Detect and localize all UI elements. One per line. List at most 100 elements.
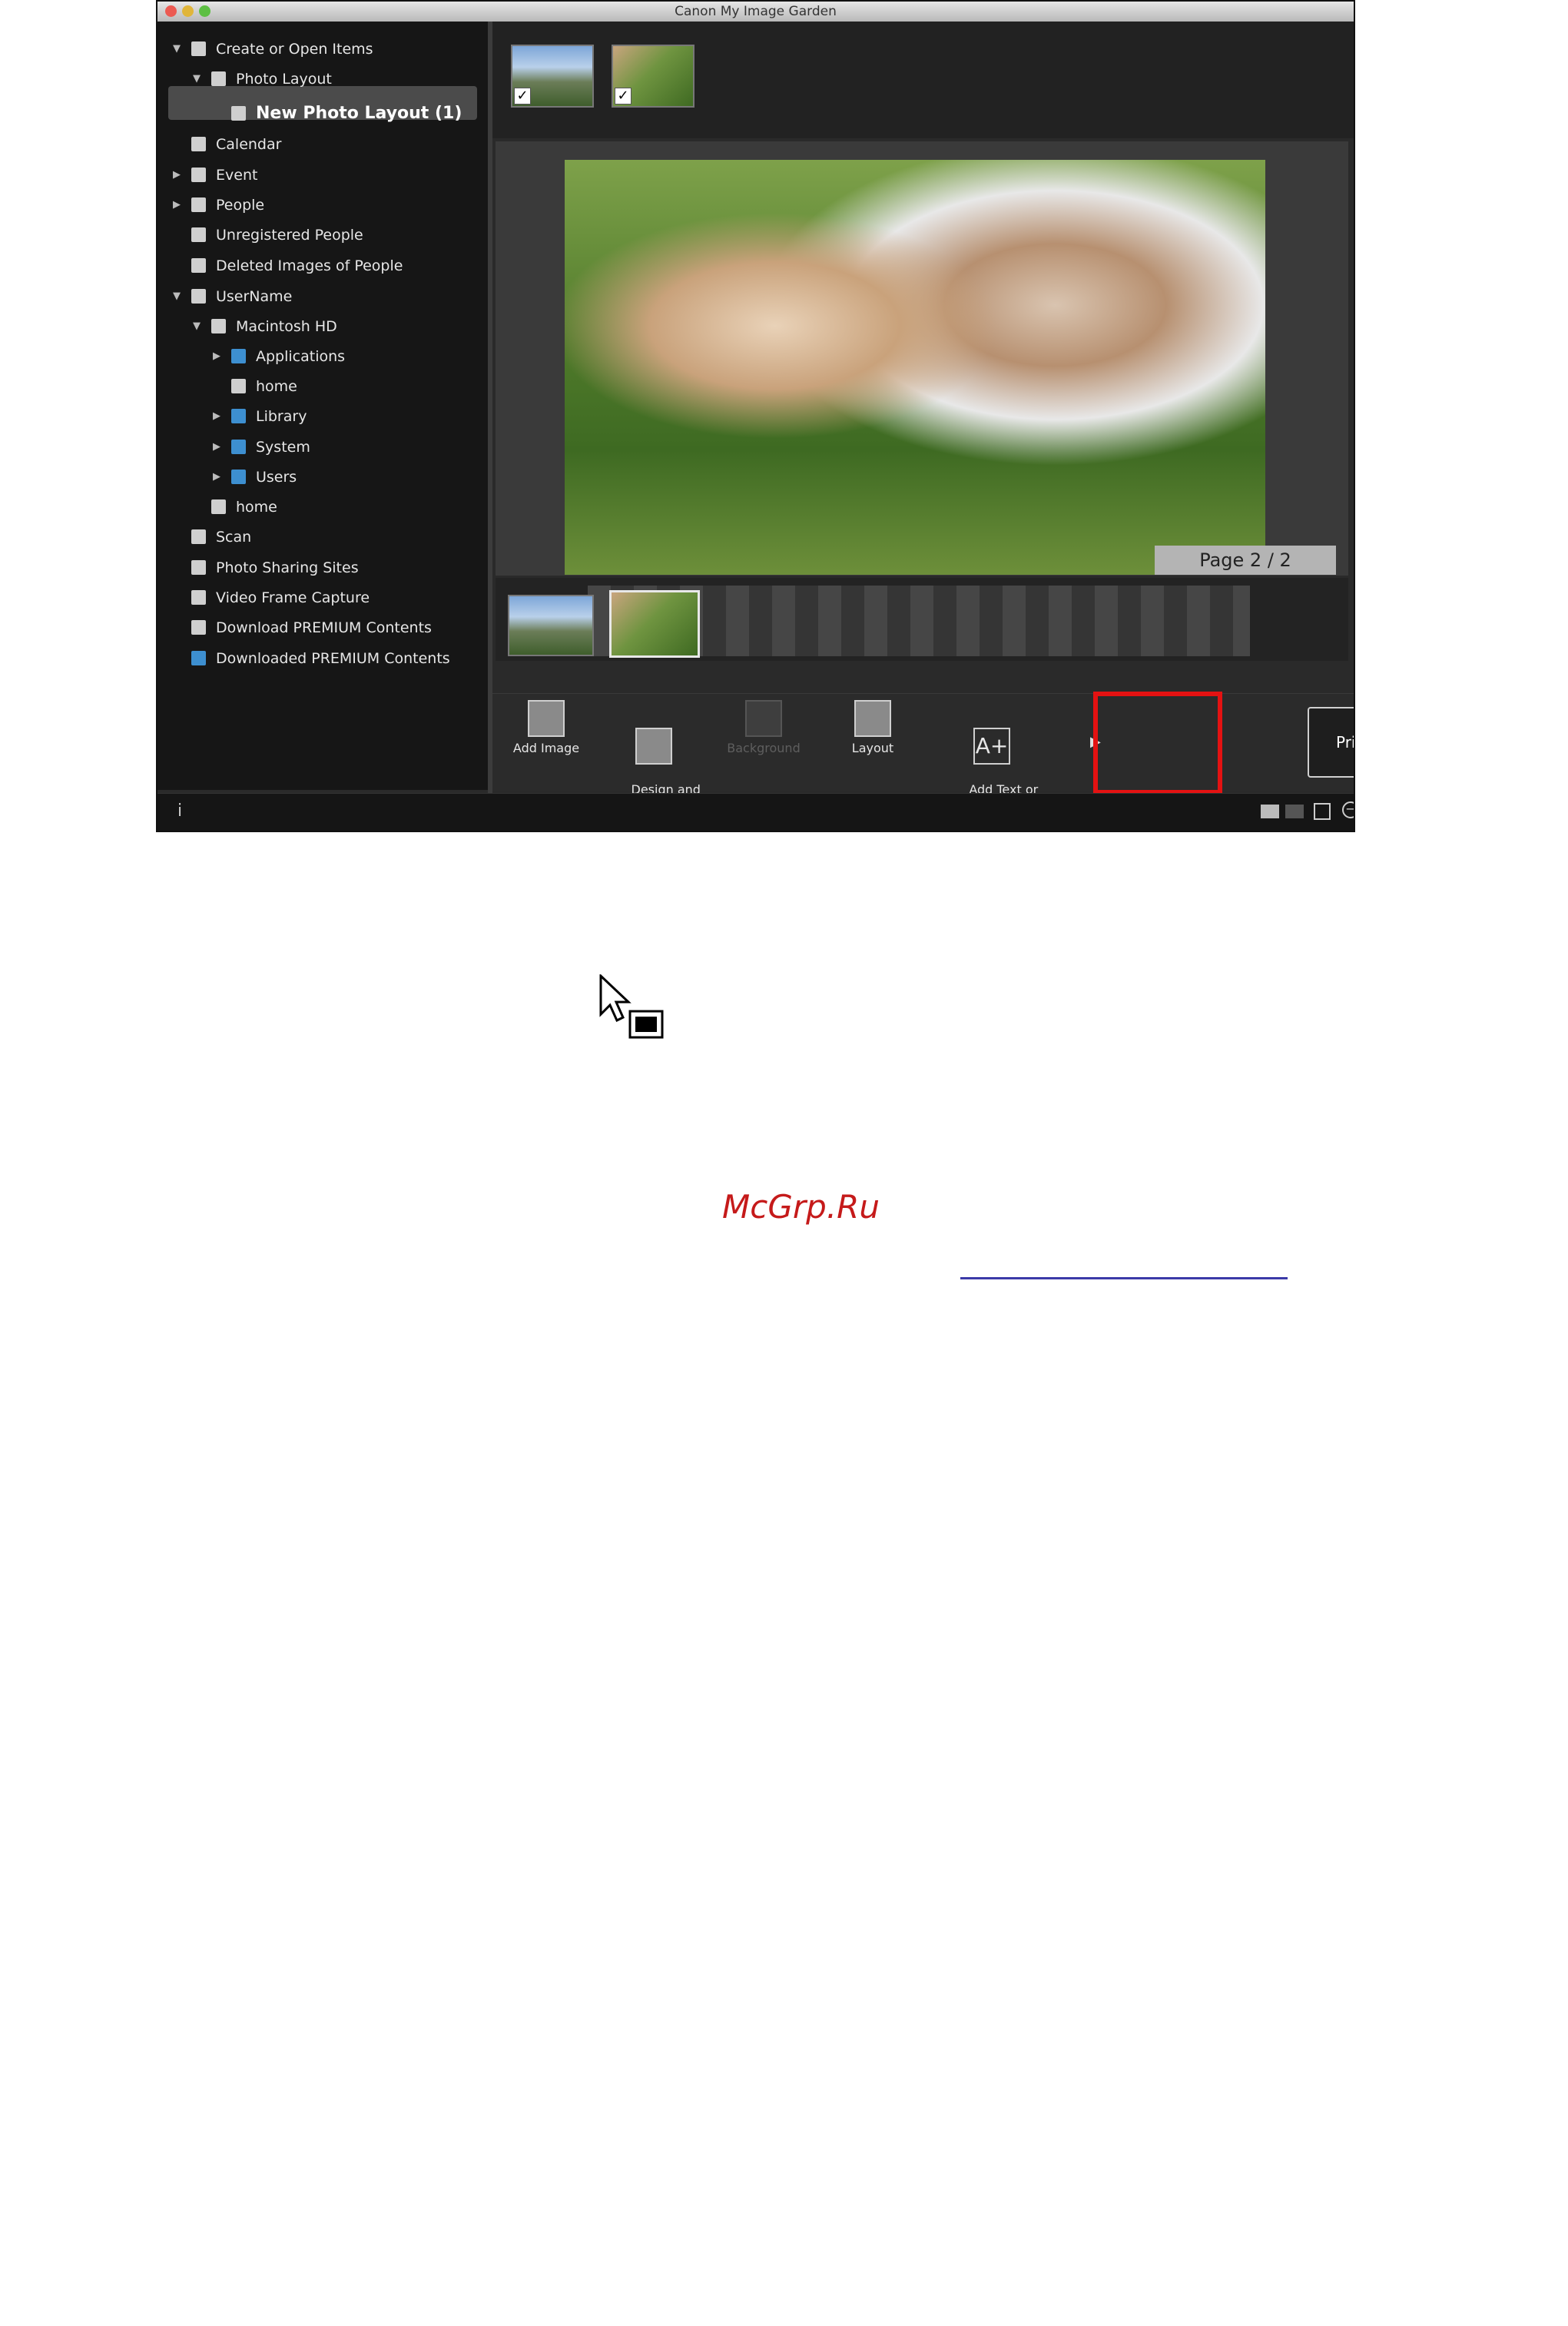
sidebar-item-label: Unregistered People: [216, 227, 363, 244]
sidebar-item[interactable]: home: [157, 493, 488, 521]
person-deleted-icon: [191, 258, 206, 273]
view-single-icon[interactable]: [1261, 805, 1279, 818]
add-image-icon: [528, 700, 565, 737]
sidebar-item-label: UserName: [216, 288, 293, 305]
app-window: Canon My Image Garden ▼ Create or Open It…: [156, 0, 1355, 832]
disclosure-arrow-icon[interactable]: ▼: [173, 283, 181, 310]
sidebar-item[interactable]: Download PREMIUM Contents: [157, 614, 488, 642]
toolbar: Add Image Design and Paper Background La…: [492, 693, 1354, 811]
sidebar-item-label: Downloaded PREMIUM Contents: [216, 650, 450, 667]
sidebar-item[interactable]: Unregistered People: [157, 221, 488, 249]
sidebar-item[interactable]: ▶ People: [157, 191, 488, 219]
event-icon: [191, 168, 206, 182]
disclosure-arrow-icon[interactable]: ▶: [173, 191, 181, 219]
disclosure-arrow-icon[interactable]: ▶: [213, 433, 220, 461]
folder-icon: [191, 651, 206, 665]
view-double-icon[interactable]: [1285, 805, 1304, 818]
sidebar-item-label: home: [236, 499, 277, 516]
home-icon: [231, 379, 246, 393]
add-image-button[interactable]: Add Image: [508, 700, 585, 755]
disclosure-arrow-icon[interactable]: ▼: [193, 313, 201, 340]
layout-label: Layout: [851, 741, 894, 755]
background-label: Background: [727, 741, 801, 755]
share-icon: [191, 560, 206, 575]
disclosure-arrow-icon[interactable]: ▶: [213, 403, 220, 430]
highlight-frame: [1093, 692, 1222, 795]
link-underline[interactable]: [960, 1277, 1288, 1279]
sidebar-item[interactable]: ▼ UserName: [157, 283, 488, 310]
thumbnail-mountain[interactable]: ✓: [511, 45, 594, 108]
sidebar: ▼ Create or Open Items ▼ Photo Layout New Ph…: [157, 22, 488, 790]
title-bar: Canon My Image Garden: [157, 2, 1354, 22]
sidebar-item[interactable]: Deleted Images of People: [157, 252, 488, 280]
checkbox-icon[interactable]: ✓: [514, 88, 531, 105]
sidebar-item[interactable]: ▼ Create or Open Items: [157, 35, 488, 63]
page-thumbnail-1[interactable]: [508, 595, 594, 656]
disclosure-arrow-icon[interactable]: ▶: [213, 463, 220, 491]
folder-icon: [231, 409, 246, 423]
status-bar: i − +: [157, 793, 1354, 831]
zoom-out-icon[interactable]: −: [1342, 801, 1354, 818]
page-filmstrip: [496, 578, 1348, 661]
sidebar-item[interactable]: ▼ Macintosh HD: [157, 313, 488, 340]
sidebar-item[interactable]: Downloaded PREMIUM Contents: [157, 645, 488, 672]
window-title: Canon My Image Garden: [675, 4, 837, 19]
disclosure-arrow-icon[interactable]: ▶: [213, 343, 220, 370]
layout-photo[interactable]: [565, 160, 1265, 575]
sidebar-item-label: Video Frame Capture: [216, 589, 370, 606]
sidebar-item[interactable]: ▶ Users: [157, 463, 488, 491]
sidebar-item-label: Photo Layout: [236, 71, 332, 88]
sidebar-item[interactable]: ▶ System: [157, 433, 488, 461]
folder-icon: [231, 440, 246, 454]
sidebar-item-label: Scan: [216, 529, 252, 546]
add-image-label: Add Image: [512, 741, 580, 755]
sidebar-item[interactable]: ▶ Library: [157, 403, 488, 430]
layout-icon: [211, 71, 226, 86]
design-paper-icon: [635, 728, 672, 765]
thumbnail-family[interactable]: ✓: [612, 45, 694, 108]
sidebar-item[interactable]: ▶ Applications: [157, 343, 488, 370]
selected-images-strip: ✓ ✓: [492, 22, 1354, 138]
sidebar-item-label: Photo Sharing Sites: [216, 559, 359, 576]
sidebar-item[interactable]: Photo Sharing Sites: [157, 554, 488, 582]
sidebar-item-label: System: [256, 439, 310, 456]
folder-icon: [231, 470, 246, 484]
scan-icon: [191, 529, 206, 544]
page-thumbnail-2[interactable]: [609, 590, 700, 658]
sidebar-item[interactable]: ▼ Photo Layout: [157, 65, 488, 93]
person-unknown-icon: [191, 227, 206, 242]
download-icon: [191, 620, 206, 635]
watermark-text: McGrp.Ru: [722, 1188, 880, 1226]
layout-icon: [231, 106, 246, 121]
sidebar-item-label: Users: [256, 469, 297, 486]
sidebar-item[interactable]: ▶ Event: [157, 161, 488, 189]
sidebar-item-label: People: [216, 197, 265, 214]
checkbox-icon[interactable]: ✓: [615, 88, 632, 105]
disclosure-arrow-icon[interactable]: ▼: [173, 35, 181, 63]
fit-view-icon[interactable]: [1314, 803, 1331, 820]
mouse-cursor-icon: [599, 974, 664, 1039]
computer-icon: [191, 289, 206, 304]
sidebar-item-label: Macintosh HD: [236, 318, 337, 335]
sidebar-item[interactable]: Scan: [157, 523, 488, 551]
folder-icon: [231, 349, 246, 363]
sidebar-item[interactable]: Calendar: [157, 131, 488, 158]
create-icon: [191, 41, 206, 56]
background-icon: [745, 700, 782, 737]
add-text-icon: A+: [973, 728, 1010, 765]
layout-icon: [854, 700, 891, 737]
sidebar-item[interactable]: New Photo Layout (1): [157, 100, 488, 128]
sidebar-item[interactable]: Video Frame Capture: [157, 584, 488, 612]
disclosure-arrow-icon[interactable]: ▼: [193, 65, 201, 93]
sidebar-item-label: home: [256, 378, 297, 395]
drive-icon: [211, 319, 226, 333]
person-icon: [191, 197, 206, 212]
sidebar-item-label: Create or Open Items: [216, 41, 373, 58]
print-button[interactable]: Print: [1308, 707, 1354, 778]
background-button[interactable]: Background: [721, 700, 806, 755]
sidebar-item[interactable]: home: [157, 373, 488, 400]
info-icon[interactable]: i: [177, 801, 182, 821]
layout-button[interactable]: Layout: [834, 700, 911, 755]
disclosure-arrow-icon[interactable]: ▶: [173, 161, 181, 189]
sidebar-item-label: Applications: [256, 348, 346, 365]
